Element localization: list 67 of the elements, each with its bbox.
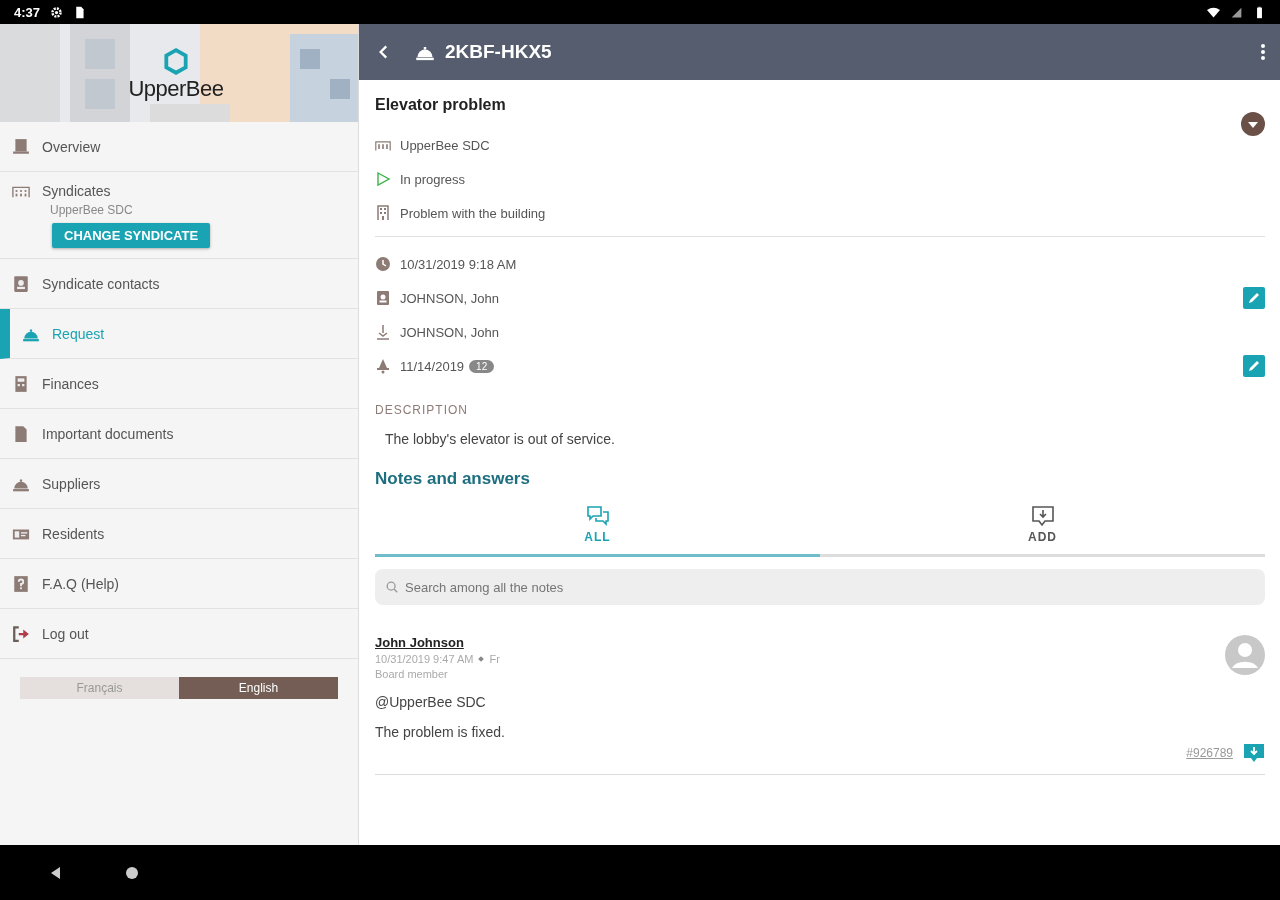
request-id: 2KBF-HKX5: [445, 41, 552, 63]
nav-item[interactable]: Syndicates UpperBee SDC CHANGE SYNDICATE: [0, 172, 358, 259]
hexagon-logo-icon: [163, 48, 189, 76]
contact-card-icon: [375, 290, 391, 306]
note-mention: @UpperBee SDC: [375, 694, 487, 710]
nav-label: Residents: [42, 525, 105, 542]
clock-time: 4:37: [14, 4, 41, 20]
nav-label: Suppliers: [42, 475, 101, 492]
info-text: 11/14/2019: [400, 358, 465, 374]
monitor-icon: [12, 137, 30, 156]
chat-bubbles-icon: [585, 505, 610, 527]
edit-icon[interactable]: [1243, 355, 1265, 377]
notes-tab[interactable]: ADD: [820, 497, 1265, 557]
add-comment-icon: [1030, 505, 1055, 527]
sd-card-icon: [73, 5, 87, 19]
description-text: The lobby's elevator is out of service.: [385, 431, 616, 447]
nav-label: Request: [52, 325, 105, 342]
calculator-icon: [12, 374, 30, 393]
help-icon: [12, 574, 30, 593]
nav-label: Important documents: [42, 425, 174, 442]
note-role: Board member: [375, 668, 449, 680]
avatar-icon: [1225, 635, 1265, 675]
note-text: The problem is fixed.: [375, 724, 506, 740]
nav-item[interactable]: Finances: [0, 359, 358, 409]
brand-name: UpperBee: [128, 76, 224, 102]
dropdown-icon[interactable]: [1241, 112, 1265, 136]
nav-label: Syndicate contacts: [42, 275, 160, 292]
logout-icon: [12, 624, 30, 643]
building-icon: [375, 205, 391, 221]
wifi-icon: [1207, 5, 1220, 19]
section-label: DESCRIPTION: [375, 403, 469, 417]
nav-item[interactable]: Important documents: [0, 409, 358, 459]
home-icon[interactable]: [124, 864, 140, 881]
note-time: 10/31/2019 9:47 AM: [375, 653, 474, 665]
nav-label: Overview: [42, 138, 101, 155]
nav-label: F.A.Q (Help): [42, 575, 119, 592]
info-text: UpperBee SDC: [400, 137, 490, 153]
nav-item[interactable]: Overview: [0, 122, 358, 172]
info-text: In progress: [400, 171, 466, 187]
nav-label: Finances: [42, 375, 99, 392]
settings-icon: [50, 5, 64, 19]
search-field[interactable]: Search among all the notes: [375, 569, 1265, 605]
note-author[interactable]: John Johnson: [375, 635, 500, 650]
document-icon: [12, 424, 30, 443]
note-language: Fr: [489, 653, 500, 665]
contact-card-icon: [12, 274, 30, 293]
request-title: Elevator problem: [375, 96, 506, 114]
play-icon: [375, 171, 391, 187]
nav-label: Syndicates: [42, 183, 111, 199]
info-text: 10/31/2019 9:18 AM: [400, 256, 517, 272]
info-text: JOHNSON, John: [400, 290, 499, 306]
more-icon[interactable]: [1260, 43, 1266, 61]
nav-item[interactable]: Suppliers: [0, 459, 358, 509]
count-badge: 12: [469, 359, 495, 373]
clock-icon: [375, 256, 391, 272]
info-text: JOHNSON, John: [400, 324, 499, 340]
section-heading: Notes and answers: [375, 469, 531, 489]
nav-item[interactable]: Residents: [0, 509, 358, 559]
syndicate-name: UpperBee SDC: [50, 203, 134, 217]
search-icon: [385, 580, 399, 594]
nav-item[interactable]: Log out: [0, 609, 358, 659]
nav-item[interactable]: F.A.Q (Help): [0, 559, 358, 609]
info-text: Problem with the building: [400, 205, 546, 221]
reply-icon[interactable]: [1243, 742, 1265, 764]
nav-label: Log out: [42, 625, 89, 642]
language-toggle[interactable]: English: [179, 677, 338, 699]
edit-icon[interactable]: [1243, 287, 1265, 309]
